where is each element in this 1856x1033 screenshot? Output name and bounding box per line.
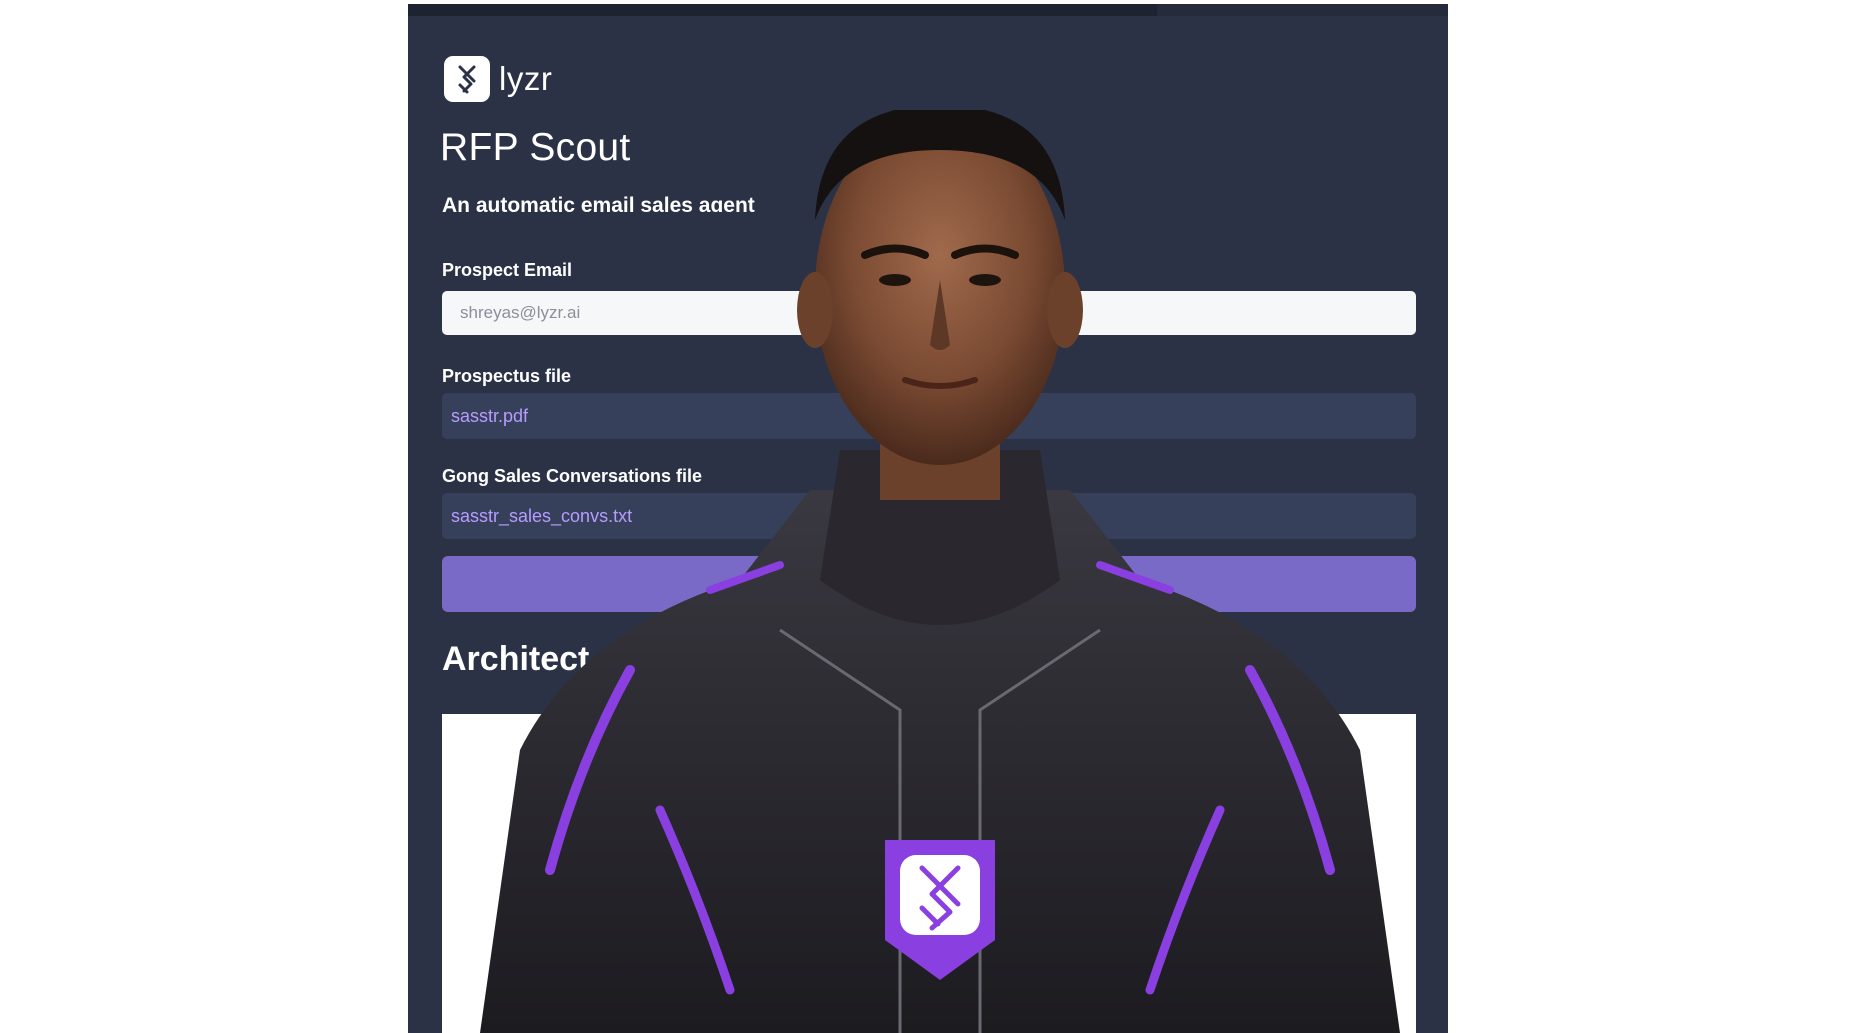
lyzr-logo-icon	[444, 56, 490, 102]
brand-logo[interactable]: lyzr	[444, 56, 552, 102]
brand-name: lyzr	[499, 60, 553, 97]
top-progress-bar	[408, 4, 1448, 16]
top-progress-fill	[408, 4, 1157, 16]
agent-hero-illustration	[480, 110, 1400, 1033]
